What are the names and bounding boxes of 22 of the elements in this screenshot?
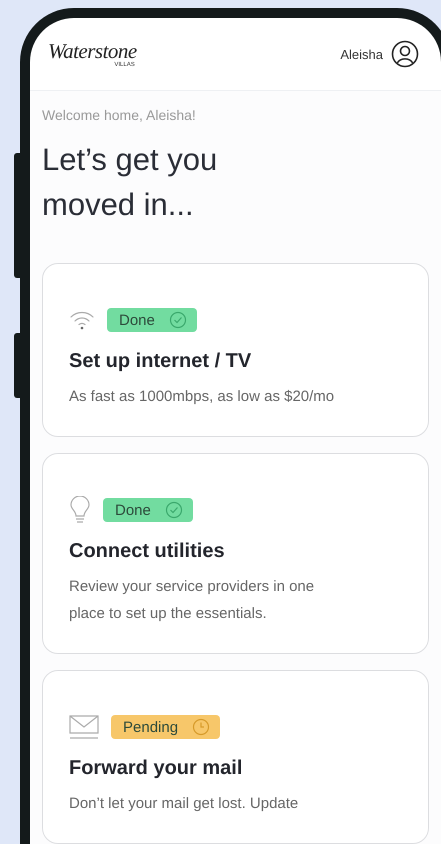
task-title: Connect utilities [69,540,226,563]
task-title: Set up internet / TV [69,350,252,373]
task-description: Review your service providers in one place to set up the essentials. [69,577,316,624]
envelope-icon [69,714,99,740]
wifi-icon [69,310,95,330]
user-name: Aleisha [340,46,383,62]
page-heading: Let’s get you moved in... [42,141,218,224]
lightbulb-icon [69,496,91,524]
status-badge: Done [103,498,193,522]
user-avatar-icon[interactable] [391,40,419,68]
status-badge: Done [107,308,197,332]
task-card[interactable]: Pending Forward your mail Don’t let your mail get lost. Update [42,670,429,844]
task-title: Forward your mail [69,757,244,780]
task-description: As fast as 1000mbps, as low as $20/mo [69,387,336,407]
check-circle-icon [164,501,183,519]
task-card[interactable]: Done Set up internet / TV As fast as 1000mbps, as low as $20/mo [42,263,429,437]
status-badge: Pending [111,715,220,739]
welcome-text: Welcome home, Aleisha! [42,107,197,123]
task-description: Don’t let your mail get lost. Update [69,794,300,814]
clock-icon [192,718,210,736]
check-circle-icon [168,311,187,329]
task-card[interactable]: Done Connect utilities Review your service providers in one place to set up the essentials. [42,453,429,654]
